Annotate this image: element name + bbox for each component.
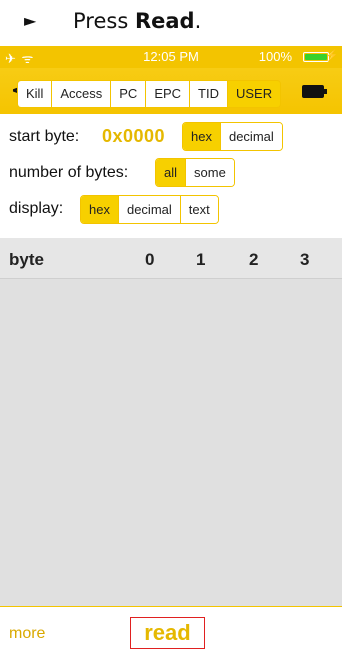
display-label: display: bbox=[9, 200, 64, 217]
read-button[interactable]: read bbox=[130, 617, 205, 649]
bytes-all[interactable]: all bbox=[156, 159, 186, 186]
instruction-line: ► Press Read. bbox=[0, 0, 342, 46]
bank-user[interactable]: USER bbox=[227, 81, 281, 107]
column-byte: byte bbox=[9, 250, 44, 269]
start-byte-label: start byte: bbox=[9, 128, 80, 145]
phone-screen: ✈ ᯤ 12:05 PM 100% ⚡ < read/write Kill Ac… bbox=[0, 46, 342, 656]
status-bar: ✈ ᯤ 12:05 PM 100% ⚡ bbox=[0, 46, 342, 68]
start-byte-format: hex decimal bbox=[182, 122, 283, 151]
battery-percent: 100% bbox=[258, 49, 292, 64]
bank-access[interactable]: Access bbox=[51, 81, 111, 107]
start-byte-value[interactable]: 0x0000 bbox=[102, 126, 165, 147]
format-hex[interactable]: hex bbox=[183, 123, 220, 150]
byte-table-body[interactable] bbox=[0, 279, 342, 606]
table-header: byte 0 1 2 3 bbox=[0, 238, 342, 279]
bottom-bar: more read bbox=[0, 606, 342, 656]
bank-pc[interactable]: PC bbox=[110, 81, 146, 107]
bytes-some[interactable]: some bbox=[185, 159, 234, 186]
charging-icon: ⚡ bbox=[325, 50, 339, 62]
column-2: 2 bbox=[249, 250, 259, 269]
bank-epc[interactable]: EPC bbox=[145, 81, 190, 107]
column-1: 1 bbox=[196, 250, 206, 269]
more-button[interactable]: more bbox=[9, 625, 45, 643]
battery-icon[interactable] bbox=[302, 85, 327, 98]
column-0: 0 bbox=[145, 250, 155, 269]
triangle-bullet-icon: ► bbox=[24, 11, 37, 30]
display-hex[interactable]: hex bbox=[81, 196, 118, 223]
column-3: 3 bbox=[300, 250, 310, 269]
display-text[interactable]: text bbox=[179, 196, 218, 223]
bank-kill[interactable]: Kill bbox=[18, 81, 52, 107]
bank-tid[interactable]: TID bbox=[189, 81, 227, 107]
number-of-bytes-label: number of bytes: bbox=[9, 164, 129, 181]
display-decimal[interactable]: decimal bbox=[117, 196, 180, 223]
number-of-bytes-selector: all some bbox=[155, 158, 235, 187]
memory-bank-selector: Kill Access PC EPC TID USER bbox=[17, 80, 282, 108]
display-selector: hex decimal text bbox=[80, 195, 219, 224]
format-decimal[interactable]: decimal bbox=[219, 123, 282, 150]
instruction-text: Press Read. bbox=[73, 9, 202, 33]
